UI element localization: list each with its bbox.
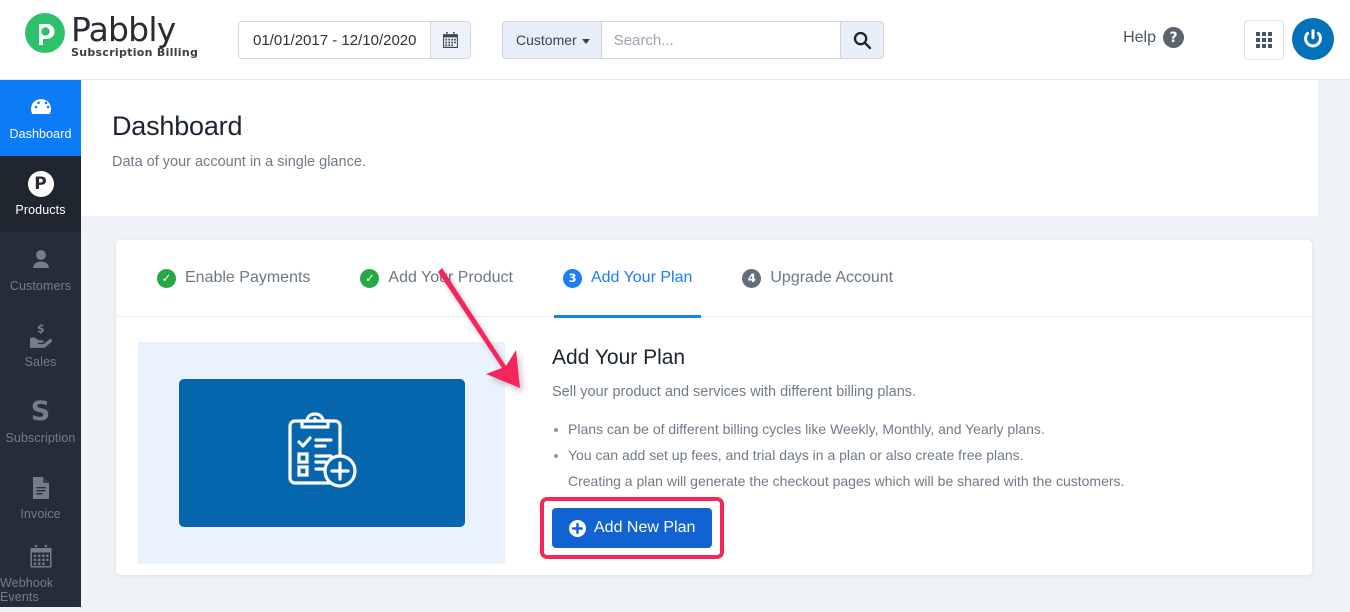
sidebar-item-label: Subscription [5,431,76,445]
help-label: Help [1123,28,1156,46]
top-bar: Pabbly Subscription Billing 01/01/2017 -… [0,0,1350,80]
tab-add-your-product[interactable]: ✓ Add Your Product [341,240,532,317]
help-link[interactable]: Help ? [1123,27,1184,48]
sidebar-item-subscription[interactable]: S Subscription [0,384,81,460]
tab-add-your-plan[interactable]: 3 Add Your Plan [544,240,711,318]
step-number-badge: 3 [562,268,582,288]
apps-grid-button[interactable] [1244,20,1284,60]
add-new-plan-wrapper: Add New Plan [540,497,725,559]
question-mark-icon: ? [1163,27,1184,48]
search-submit-button[interactable] [839,21,884,59]
onboarding-tabs: ✓ Enable Payments ✓ Add Your Product 3 A… [116,240,1312,318]
hand-money-icon [28,323,54,349]
panel-body: Add Your Plan Sell your product and serv… [116,317,1312,564]
sidebar-item-dashboard[interactable]: Dashboard [0,80,81,156]
brand-tagline: Subscription Billing [71,46,199,59]
panel-text: Add Your Plan Sell your product and serv… [505,342,1124,564]
tab-enable-payments[interactable]: ✓ Enable Payments [138,240,329,317]
illustration-tile [178,379,465,527]
plus-circle-icon [569,519,586,537]
calendar-icon[interactable] [430,22,471,58]
sidebar-item-webhook-events[interactable]: Webhook Events [0,536,81,612]
main-content: Dashboard Data of your account in a sing… [81,80,1350,607]
illustration-panel [138,342,505,564]
check-circle-icon: ✓ [360,268,380,288]
sidebar-item-label: Sales [24,355,57,369]
sidebar-item-sales[interactable]: Sales [0,308,81,384]
tab-label: Add Your Plan [590,269,693,286]
step-number-badge: 4 [742,268,762,288]
check-circle-icon: ✓ [157,268,176,288]
page-title: Dashboard [112,111,243,141]
clipboard-checklist-add-icon [287,412,357,488]
document-icon [31,475,51,501]
grid-apps-icon [1256,32,1272,48]
date-range-value: 01/01/2017 - 12/10/2020 [239,22,431,58]
sidebar-item-label: Customers [9,279,72,293]
pabbly-logo-icon [25,13,65,53]
onboarding-card: ✓ Enable Payments ✓ Add Your Product 3 A… [116,240,1312,575]
user-icon [30,247,52,273]
add-new-plan-label: Add New Plan [594,519,696,536]
list-item: Creating a plan will generate the checko… [568,473,1125,489]
panel-bullet-list: Plans can be of different billing cycles… [552,416,1124,494]
sidebar-item-label: Invoice [20,507,61,521]
page-header: Dashboard Data of your account in a sing… [81,80,1318,216]
sidebar-item-label: Products [15,203,66,217]
calendar-icon [29,544,53,570]
add-new-plan-button[interactable]: Add New Plan [552,508,713,548]
tab-upgrade-account[interactable]: 4 Upgrade Account [723,240,912,317]
speedometer-icon [28,95,54,121]
search-icon [853,31,871,50]
sidebar: Dashboard P Products Customers Sales S S [0,80,81,607]
list-item: Plans can be of different billing cycles… [552,416,1124,442]
brand-name: Pabbly [71,10,176,49]
sidebar-item-invoice[interactable]: Invoice [0,460,81,536]
page-subtitle: Data of your account in a single glance. [112,154,366,170]
right-scroll-strip[interactable] [1346,80,1350,607]
tab-label: Enable Payments [185,269,311,286]
search-bar: Customer [502,21,884,59]
sidebar-item-label: Webhook Events [0,576,54,604]
search-scope-label: Customer [516,32,577,48]
account-button[interactable] [1292,18,1334,60]
date-range-picker[interactable]: 01/01/2017 - 12/10/2020 [238,21,472,59]
power-user-icon [1301,27,1325,51]
list-item: You can add set up fees, and trial days … [552,442,1124,468]
sidebar-item-label: Dashboard [9,127,72,141]
panel-lead: Sell your product and services with diff… [552,384,917,400]
tab-label: Add Your Product [388,269,513,286]
s-letter-icon: S [30,396,51,427]
brand-logo[interactable]: Pabbly Subscription Billing [24,12,198,59]
chevron-down-icon [581,39,590,44]
tab-label: Upgrade Account [770,269,894,286]
sidebar-item-products[interactable]: P Products [0,156,81,232]
search-scope-dropdown[interactable]: Customer [502,21,601,59]
p-circle-icon: P [27,171,54,197]
sidebar-item-customers[interactable]: Customers [0,232,81,308]
panel-heading: Add Your Plan [552,346,686,369]
search-input[interactable] [600,21,840,59]
